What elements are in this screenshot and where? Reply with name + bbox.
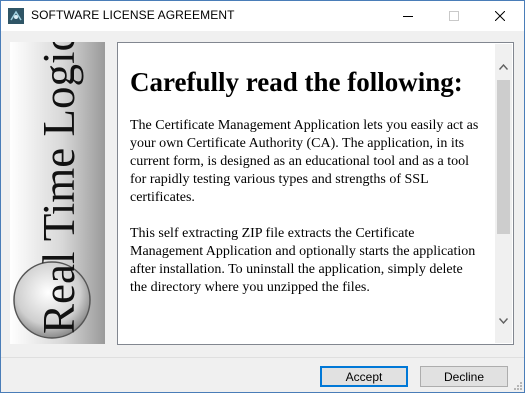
license-dialog: SOFTWARE LICENSE AGREEMENT Real Time Log… [0,0,525,393]
maximize-button[interactable] [431,1,477,31]
title-bar[interactable]: SOFTWARE LICENSE AGREEMENT [1,1,524,31]
app-icon [8,8,24,24]
license-text-box[interactable]: Carefully read the following: The Certif… [117,42,514,345]
window-title: SOFTWARE LICENSE AGREEMENT [31,8,235,22]
resize-grip-icon[interactable] [512,380,522,390]
accept-button[interactable]: Accept [320,366,408,387]
license-text-area[interactable]: Carefully read the following: The Certif… [119,44,493,343]
scroll-down-button[interactable] [495,312,512,329]
button-bar: Accept Decline [1,357,524,392]
logo-panel: Real Time Logic [10,42,105,344]
vertical-scrollbar[interactable] [495,44,512,343]
chevron-up-icon [499,63,508,70]
scroll-thumb[interactable] [497,80,510,234]
decline-button[interactable]: Decline [420,366,508,387]
minimize-button[interactable] [385,1,431,31]
maximize-icon [449,11,459,21]
close-icon [495,11,505,21]
logo-text: Real Time Logic [34,42,84,334]
minimize-icon [403,16,413,17]
close-button[interactable] [477,1,523,31]
license-heading: Carefully read the following: [130,67,463,97]
chevron-down-icon [499,317,508,324]
logo-image: Real Time Logic [10,42,105,344]
scroll-up-button[interactable] [495,58,512,75]
license-paragraph: This self extracting ZIP file extracts t… [130,226,476,295]
license-paragraph: The Certificate Management Application l… [130,118,479,205]
